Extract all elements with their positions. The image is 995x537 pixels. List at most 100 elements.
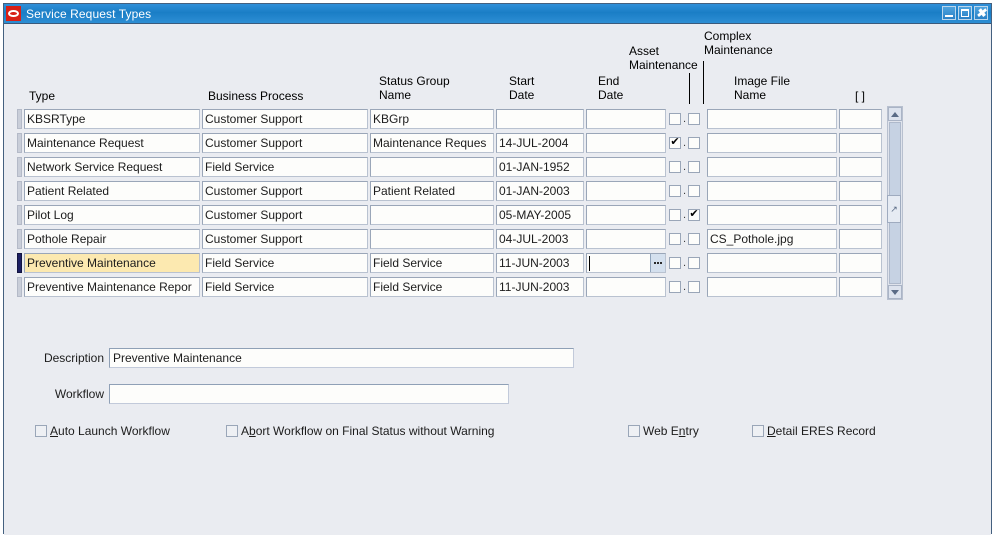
cell-business-process[interactable]: Customer Support xyxy=(202,133,368,153)
cell-type[interactable]: Preventive Maintenance Repor xyxy=(24,277,200,297)
cell-status-group-name[interactable]: KBGrp xyxy=(370,109,494,129)
cell-complex-maintenance[interactable] xyxy=(687,281,701,293)
cell-flex[interactable] xyxy=(839,181,882,201)
checkbox-box[interactable] xyxy=(688,113,700,125)
cell-type[interactable]: Pilot Log xyxy=(24,205,200,225)
record-indicator[interactable] xyxy=(17,181,22,201)
cell-asset-maintenance[interactable] xyxy=(668,209,682,221)
cell-start-date[interactable]: 11-JUN-2003 xyxy=(496,277,584,297)
cell-flex[interactable] xyxy=(839,157,882,177)
cell-status-group-name[interactable]: Field Service xyxy=(370,277,494,297)
checkbox-auto-launch-workflow[interactable]: Auto Launch Workflow xyxy=(35,424,170,438)
table-row[interactable]: Maintenance Request Customer Support Maint… xyxy=(17,131,902,155)
checkbox-box[interactable] xyxy=(688,137,700,149)
cell-business-process[interactable]: Customer Support xyxy=(202,229,368,249)
record-indicator[interactable] xyxy=(17,205,22,225)
table-row[interactable]: Network Service Request Field Service 01-J… xyxy=(17,155,902,179)
workflow-input[interactable] xyxy=(109,384,509,404)
cell-asset-maintenance[interactable] xyxy=(668,185,682,197)
cell-flex[interactable] xyxy=(839,253,882,273)
cell-type[interactable]: KBSRType xyxy=(24,109,200,129)
checkbox-box[interactable] xyxy=(226,425,238,437)
checkbox-box[interactable] xyxy=(688,281,700,293)
cell-type[interactable]: Network Service Request xyxy=(24,157,200,177)
record-indicator[interactable] xyxy=(17,277,22,297)
cell-business-process[interactable]: Customer Support xyxy=(202,109,368,129)
checkbox-box[interactable] xyxy=(669,161,681,173)
checkbox-web-entry[interactable]: Web Entry xyxy=(628,424,699,438)
cell-start-date[interactable]: 11-JUN-2003 xyxy=(496,253,584,273)
resize-grip-icon[interactable]: ↗ xyxy=(887,195,901,223)
cell-asset-maintenance[interactable] xyxy=(668,257,682,269)
checkbox-box[interactable] xyxy=(669,257,681,269)
checkbox-box[interactable] xyxy=(669,113,681,125)
record-indicator[interactable] xyxy=(17,253,22,273)
cell-start-date[interactable]: 04-JUL-2003 xyxy=(496,229,584,249)
cell-status-group-name[interactable] xyxy=(370,229,494,249)
cell-end-date[interactable] xyxy=(586,277,666,297)
cell-flex[interactable] xyxy=(839,109,882,129)
cell-start-date[interactable]: 14-JUL-2004 xyxy=(496,133,584,153)
cell-start-date[interactable]: 01-JAN-1952 xyxy=(496,157,584,177)
cell-image-file-name[interactable] xyxy=(707,109,837,129)
cell-flex[interactable] xyxy=(839,277,882,297)
cell-flex[interactable] xyxy=(839,229,882,249)
cell-image-file-name[interactable] xyxy=(707,181,837,201)
cell-image-file-name[interactable] xyxy=(707,157,837,177)
cell-image-file-name[interactable]: CS_Pothole.jpg xyxy=(707,229,837,249)
cell-end-date[interactable] xyxy=(586,205,666,225)
cell-business-process[interactable]: Field Service xyxy=(202,253,368,273)
record-indicator[interactable] xyxy=(17,157,22,177)
table-row[interactable]: Pothole Repair Customer Support 04-JUL-200… xyxy=(17,227,902,251)
checkbox-box[interactable] xyxy=(688,257,700,269)
cell-image-file-name[interactable] xyxy=(707,205,837,225)
cell-asset-maintenance[interactable] xyxy=(668,281,682,293)
cell-business-process[interactable]: Customer Support xyxy=(202,205,368,225)
cell-end-date[interactable] xyxy=(586,109,666,129)
cell-asset-maintenance[interactable] xyxy=(668,113,682,125)
record-indicator[interactable] xyxy=(17,109,22,129)
cell-complex-maintenance[interactable] xyxy=(687,233,701,245)
description-input[interactable]: Preventive Maintenance xyxy=(109,348,574,368)
close-button[interactable]: ✖ xyxy=(974,6,988,20)
cell-end-date[interactable] xyxy=(586,229,666,249)
checkbox-detail-eres-record[interactable]: Detail ERES Record xyxy=(752,424,876,438)
checkbox-box[interactable] xyxy=(669,209,681,221)
cell-type[interactable]: Maintenance Request xyxy=(24,133,200,153)
cell-complex-maintenance[interactable] xyxy=(687,137,701,149)
cell-business-process[interactable]: Field Service xyxy=(202,157,368,177)
record-indicator[interactable] xyxy=(17,229,22,249)
cell-end-date[interactable] xyxy=(586,157,666,177)
scroll-up-button[interactable] xyxy=(888,107,902,121)
cell-asset-maintenance[interactable] xyxy=(668,135,682,149)
checkbox-box[interactable] xyxy=(669,185,681,197)
table-row[interactable]: Preventive Maintenance Field Service Field… xyxy=(17,251,902,275)
record-indicator[interactable] xyxy=(17,133,22,153)
checkbox-box[interactable] xyxy=(688,161,700,173)
list-of-values-button[interactable] xyxy=(650,254,665,272)
scroll-down-button[interactable] xyxy=(888,285,902,299)
cell-complex-maintenance[interactable] xyxy=(687,185,701,197)
checkbox-box[interactable] xyxy=(688,207,700,221)
table-row[interactable]: KBSRType Customer Support KBGrp. xyxy=(17,107,902,131)
cell-image-file-name[interactable] xyxy=(707,253,837,273)
checkbox-box[interactable] xyxy=(688,233,700,245)
cell-asset-maintenance[interactable] xyxy=(668,233,682,245)
cell-complex-maintenance[interactable] xyxy=(687,207,701,221)
maximize-button[interactable] xyxy=(958,6,972,20)
cell-complex-maintenance[interactable] xyxy=(687,113,701,125)
cell-end-date[interactable] xyxy=(586,133,666,153)
cell-status-group-name[interactable] xyxy=(370,205,494,225)
checkbox-box[interactable] xyxy=(628,425,640,437)
cell-business-process[interactable]: Field Service xyxy=(202,277,368,297)
cell-start-date[interactable]: 05-MAY-2005 xyxy=(496,205,584,225)
checkbox-box[interactable] xyxy=(752,425,764,437)
cell-end-date[interactable] xyxy=(586,181,666,201)
cell-status-group-name[interactable]: Patient Related xyxy=(370,181,494,201)
checkbox-box[interactable] xyxy=(688,185,700,197)
cell-image-file-name[interactable] xyxy=(707,133,837,153)
cell-type[interactable]: Preventive Maintenance xyxy=(24,253,200,273)
cell-status-group-name[interactable]: Field Service xyxy=(370,253,494,273)
cell-complex-maintenance[interactable] xyxy=(687,257,701,269)
table-row[interactable]: Pilot Log Customer Support 05-MAY-2005. xyxy=(17,203,902,227)
